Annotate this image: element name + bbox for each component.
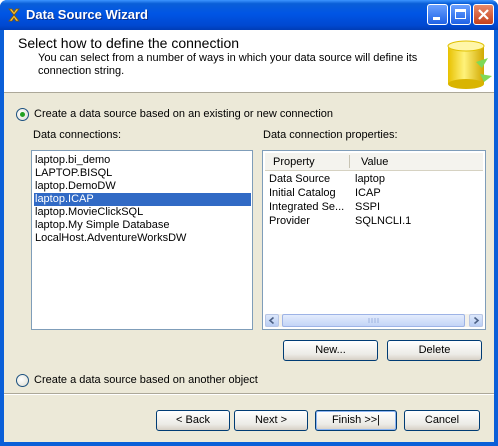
table-row[interactable]: Data Source laptop xyxy=(265,173,483,187)
new-connection-button[interactable]: New... xyxy=(283,340,378,361)
column-divider[interactable] xyxy=(349,155,350,168)
property-name: Data Source xyxy=(269,173,331,185)
list-item-selected[interactable]: laptop.ICAP xyxy=(34,193,251,206)
list-item[interactable]: LocalHost.AdventureWorksDW xyxy=(34,232,251,245)
existing-connection-label[interactable]: Create a data source based on an existin… xyxy=(34,108,333,120)
list-item[interactable]: laptop.bi_demo xyxy=(34,154,251,167)
minimize-button[interactable] xyxy=(427,4,448,25)
chevron-left-icon xyxy=(268,316,275,325)
grip-icon xyxy=(368,318,379,323)
list-item[interactable]: laptop.DemoDW xyxy=(34,180,251,193)
existing-connection-radio[interactable] xyxy=(16,108,29,121)
data-connections-list[interactable]: laptop.bi_demo LAPTOP.BISQL laptop.DemoD… xyxy=(31,150,253,330)
maximize-button[interactable] xyxy=(450,4,471,25)
wizard-app-icon xyxy=(8,8,20,22)
title-bar[interactable]: Data Source Wizard xyxy=(0,0,498,30)
maximize-icon xyxy=(455,9,466,19)
page-title: Select how to define the connection xyxy=(18,35,240,51)
other-object-label[interactable]: Create a data source based on another ob… xyxy=(34,374,258,386)
footer-divider xyxy=(4,393,494,395)
list-item[interactable]: laptop.MovieClickSQL xyxy=(34,206,251,219)
finish-button[interactable]: Finish >>| xyxy=(315,410,397,431)
connection-properties-grid[interactable]: Property Value Data Source laptop Initia… xyxy=(262,150,486,330)
scroll-right-button[interactable] xyxy=(469,314,483,327)
database-cylinder-icon xyxy=(447,40,492,89)
connection-properties-label: Data connection properties: xyxy=(263,129,398,141)
other-object-radio[interactable] xyxy=(16,374,29,387)
property-name: Integrated Se... xyxy=(269,201,345,213)
list-item[interactable]: laptop.My Simple Database xyxy=(34,219,251,232)
delete-connection-button[interactable]: Delete xyxy=(387,340,482,361)
property-value: ICAP xyxy=(355,187,381,199)
back-button[interactable]: < Back xyxy=(156,410,230,431)
grid-header: Property Value xyxy=(265,153,483,171)
property-value: SSPI xyxy=(355,201,381,213)
page-description: You can select from a number of ways in … xyxy=(38,52,418,77)
data-connections-label: Data connections: xyxy=(33,129,122,141)
list-item[interactable]: LAPTOP.BISQL xyxy=(34,167,251,180)
wizard-window: Data Source Wizard Select how to define … xyxy=(0,0,498,446)
scroll-left-button[interactable] xyxy=(265,314,279,327)
minimize-icon xyxy=(433,17,440,20)
wizard-header: Select how to define the connection You … xyxy=(4,30,494,93)
property-value: laptop xyxy=(355,173,385,185)
close-button[interactable] xyxy=(473,4,494,25)
property-name: Provider xyxy=(269,215,310,227)
dialog-body: Select how to define the connection You … xyxy=(4,30,494,442)
cancel-button[interactable]: Cancel xyxy=(404,410,480,431)
table-row[interactable]: Initial Catalog ICAP xyxy=(265,187,483,201)
table-row[interactable]: Provider SQLNCLI.1 xyxy=(265,215,483,229)
scroll-thumb[interactable] xyxy=(282,314,465,327)
chevron-right-icon xyxy=(473,316,480,325)
column-header-value[interactable]: Value xyxy=(361,156,388,168)
property-name: Initial Catalog xyxy=(269,187,336,199)
property-value: SQLNCLI.1 xyxy=(355,215,412,227)
window-title: Data Source Wizard xyxy=(26,7,148,22)
horizontal-scrollbar[interactable] xyxy=(265,314,483,327)
close-icon xyxy=(478,9,489,20)
next-button[interactable]: Next > xyxy=(234,410,308,431)
column-header-property[interactable]: Property xyxy=(273,156,315,168)
table-row[interactable]: Integrated Se... SSPI xyxy=(265,201,483,215)
